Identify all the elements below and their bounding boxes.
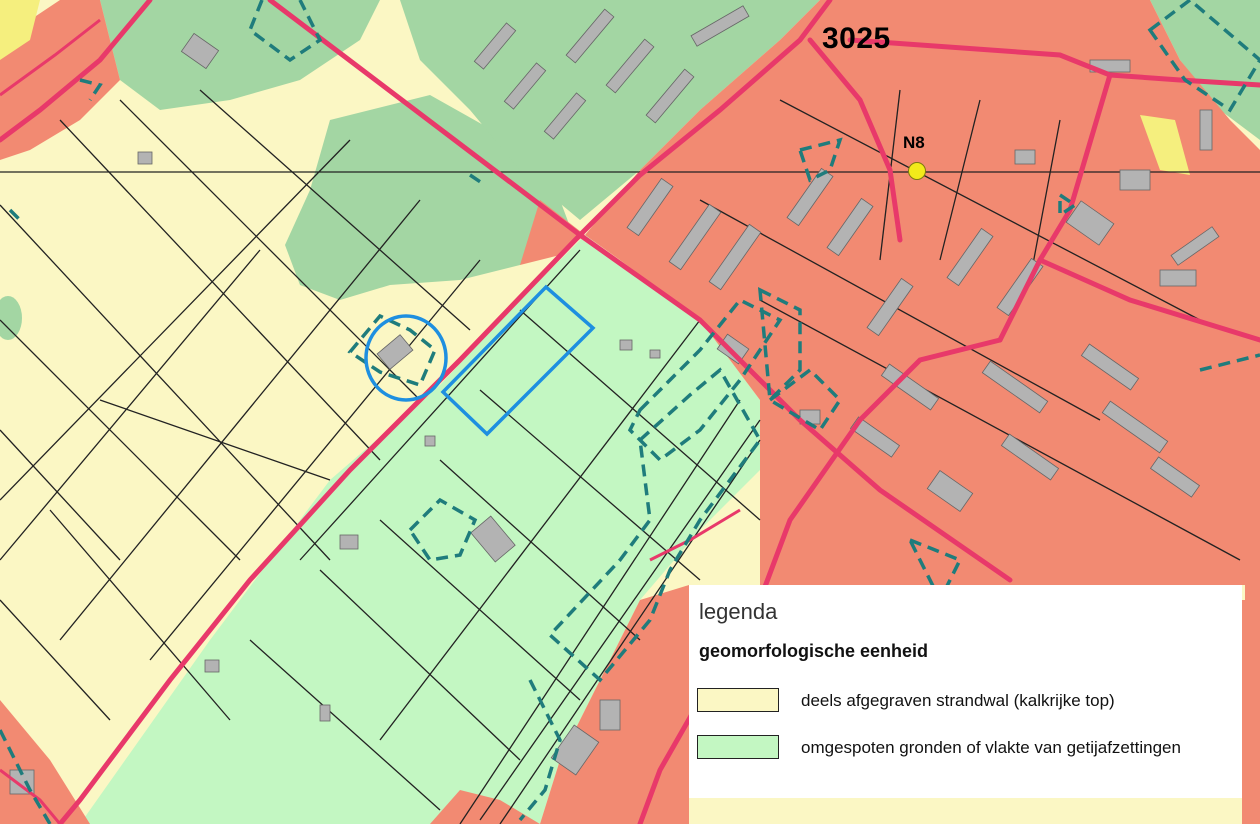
legend-item: omgespoten gronden of vlakte van getijaf… bbox=[697, 735, 1237, 761]
legend-swatch-beach-ridge bbox=[697, 688, 779, 712]
legend-subtitle: geomorfologische eenheid bbox=[699, 641, 929, 661]
area-code-label: 3025 bbox=[822, 22, 891, 55]
legend-item-label: deels afgegraven strandwal (kalkrijke to… bbox=[801, 691, 1115, 710]
legend-swatch-tidal-plain bbox=[697, 735, 779, 759]
urban-area-southeast bbox=[1242, 600, 1260, 824]
legend-item-label: omgespoten gronden of vlakte van getijaf… bbox=[801, 738, 1181, 757]
legend-title: legenda bbox=[699, 599, 778, 624]
legend-item: deels afgegraven strandwal (kalkrijke to… bbox=[697, 688, 1237, 714]
nap-point-label: N8 bbox=[903, 133, 925, 152]
nap-point-icon[interactable] bbox=[908, 162, 926, 180]
legend-panel: legenda geomorfologische eenheid deels a… bbox=[689, 585, 1242, 798]
